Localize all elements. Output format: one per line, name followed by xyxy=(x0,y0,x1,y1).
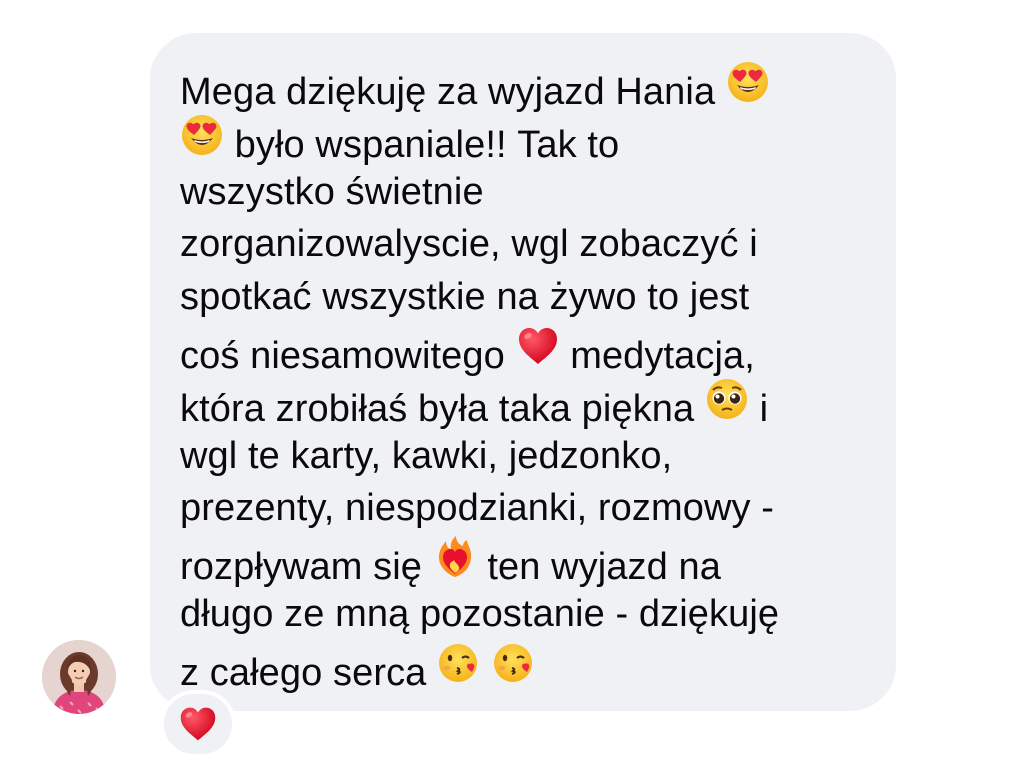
message-line: wgl te karty, kawki, jedzonko, xyxy=(180,430,866,483)
message-text-segment: było wspaniale!! Tak to xyxy=(224,123,620,166)
message-text-segment: długo ze mną pozostanie - dziękuję xyxy=(180,592,780,635)
message-text-segment: która zrobiłaś była taka piękna xyxy=(180,387,705,430)
message-text-segment: medytacja, xyxy=(559,334,755,377)
message-text-segment: coś niesamowitego xyxy=(180,334,516,377)
message-line: spotkać wszystkie na żywo to jest xyxy=(180,271,866,324)
sender-avatar[interactable] xyxy=(42,640,116,714)
message-text-segment: wgl te karty, kawki, jedzonko, xyxy=(180,434,673,477)
message-line: z całego serca xyxy=(180,641,866,694)
heart-on-fire-icon xyxy=(433,535,477,579)
message-text-segment: rozpływam się xyxy=(180,546,433,589)
message-text-segment: z całego serca xyxy=(180,651,438,694)
message-line: coś niesamowitego medytacja, xyxy=(180,324,866,377)
message-line: która zrobiłaś była taka piękna i xyxy=(180,377,866,430)
chat-screen: Mega dziękuję za wyjazd Hania było wspan… xyxy=(0,0,1024,775)
message-text-segment: i xyxy=(748,387,769,430)
message-text: Mega dziękuję za wyjazd Hania było wspan… xyxy=(180,60,866,694)
pleading-face-icon xyxy=(705,377,749,421)
message-text-segment: spotkać wszystkie na żywo to jest xyxy=(180,276,750,319)
face-blowing-kiss-icon xyxy=(492,641,536,685)
message-bubble[interactable]: Mega dziękuję za wyjazd Hania było wspan… xyxy=(150,33,896,711)
face-blowing-kiss-icon xyxy=(437,641,481,685)
heart-eyes-icon xyxy=(180,113,224,157)
message-text-segment: wszystko świetnie xyxy=(180,170,484,213)
message-text-segment: prezenty, niespodzianki, rozmowy - xyxy=(180,487,775,530)
message-text-segment: zorganizowalyscie, wgl zobaczyć i xyxy=(180,223,758,266)
message-line: prezenty, niespodzianki, rozmowy - xyxy=(180,482,866,535)
avatar-woman-icon xyxy=(42,640,116,714)
message-text-segment: ten wyjazd na xyxy=(476,546,722,589)
message-line: rozpływam się ten wyjazd na xyxy=(180,535,866,588)
message-line: było wspaniale!! Tak to xyxy=(180,113,866,166)
message-line: wszystko świetnie xyxy=(180,166,866,219)
message-text-segment xyxy=(481,652,492,694)
message-line: Mega dziękuję za wyjazd Hania xyxy=(180,60,866,113)
red-heart-icon xyxy=(178,704,218,744)
message-line: zorganizowalyscie, wgl zobaczyć i xyxy=(180,218,866,271)
heart-eyes-icon xyxy=(726,60,770,104)
heart-reaction[interactable] xyxy=(160,690,236,758)
red-heart-icon xyxy=(516,324,560,368)
message-line: długo ze mną pozostanie - dziękuję xyxy=(180,588,866,641)
message-text-segment: Mega dziękuję za wyjazd Hania xyxy=(180,71,726,113)
